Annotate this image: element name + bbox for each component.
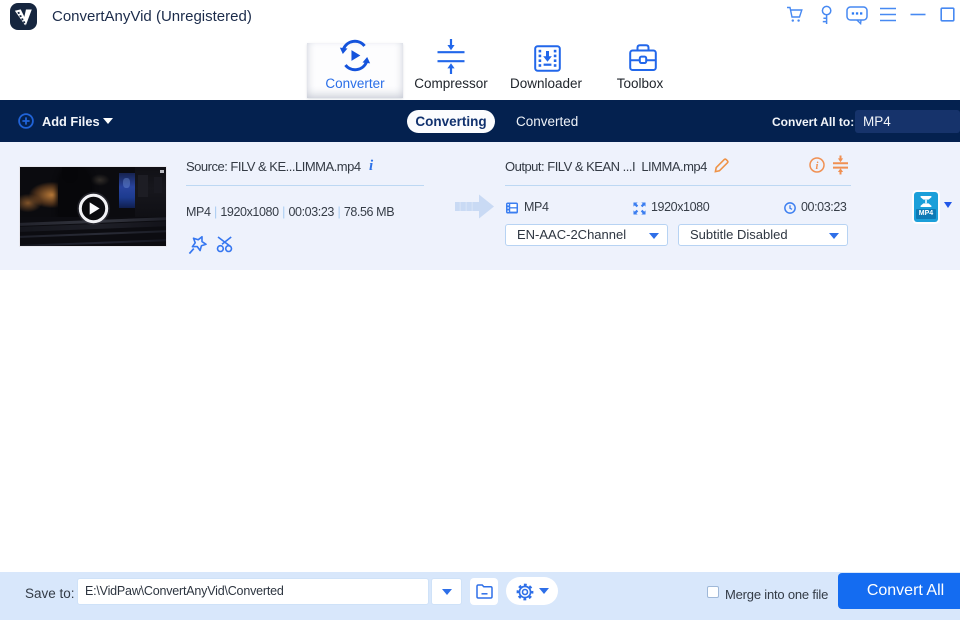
- svg-text:i: i: [816, 161, 819, 172]
